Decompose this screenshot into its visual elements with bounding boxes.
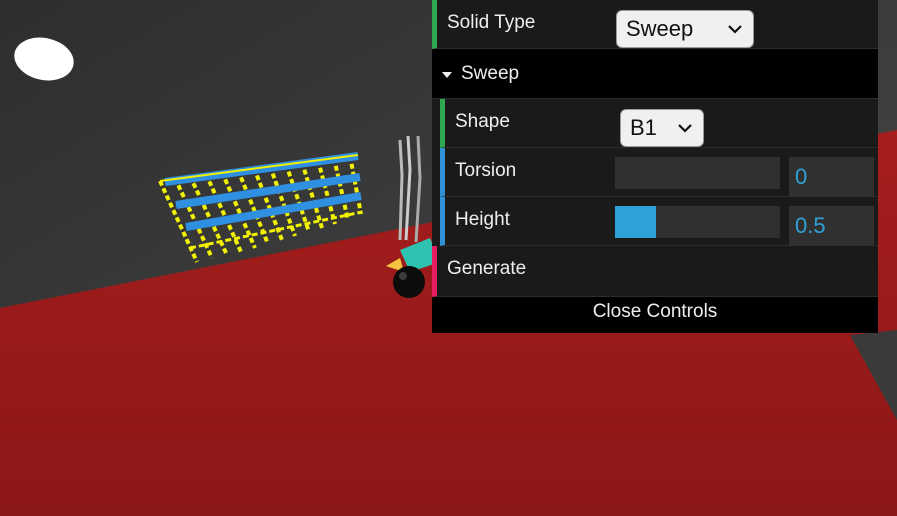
shape-row: Shape B1 — [440, 99, 878, 148]
shape-value: B1 — [630, 115, 657, 140]
close-controls-button[interactable]: Close Controls — [432, 297, 878, 333]
caret-down-icon — [442, 71, 452, 78]
height-slider[interactable] — [615, 206, 780, 238]
shape-label: Shape — [455, 111, 510, 132]
sweep-folder-title: Sweep — [461, 62, 520, 84]
height-slider-fill — [615, 206, 657, 238]
sweep-folder-header[interactable]: Sweep — [432, 49, 878, 99]
torsion-row: Torsion 0 — [440, 148, 878, 197]
solid-type-row: Solid Type Sweep — [432, 0, 878, 49]
chevron-down-icon — [678, 124, 692, 133]
height-row: Height 0.5 — [440, 197, 878, 246]
height-input[interactable]: 0.5 — [789, 206, 874, 246]
generate-label: Generate — [447, 258, 527, 279]
torsion-slider[interactable] — [615, 157, 780, 189]
controls-panel: Solid Type Sweep Sweep Shape B1 Torsion … — [432, 0, 878, 333]
solid-type-label: Solid Type — [447, 12, 536, 33]
height-label: Height — [455, 209, 510, 230]
torsion-input[interactable]: 0 — [789, 157, 874, 197]
solid-type-select[interactable]: Sweep — [616, 10, 754, 48]
solid-type-value: Sweep — [626, 16, 694, 41]
generate-button[interactable]: Generate — [432, 246, 878, 297]
torsion-label: Torsion — [455, 160, 517, 181]
shape-select[interactable]: B1 — [620, 109, 704, 147]
chevron-down-icon — [728, 25, 742, 34]
sweep-folder-content: Shape B1 Torsion 0 Height 0.5 — [440, 99, 878, 246]
